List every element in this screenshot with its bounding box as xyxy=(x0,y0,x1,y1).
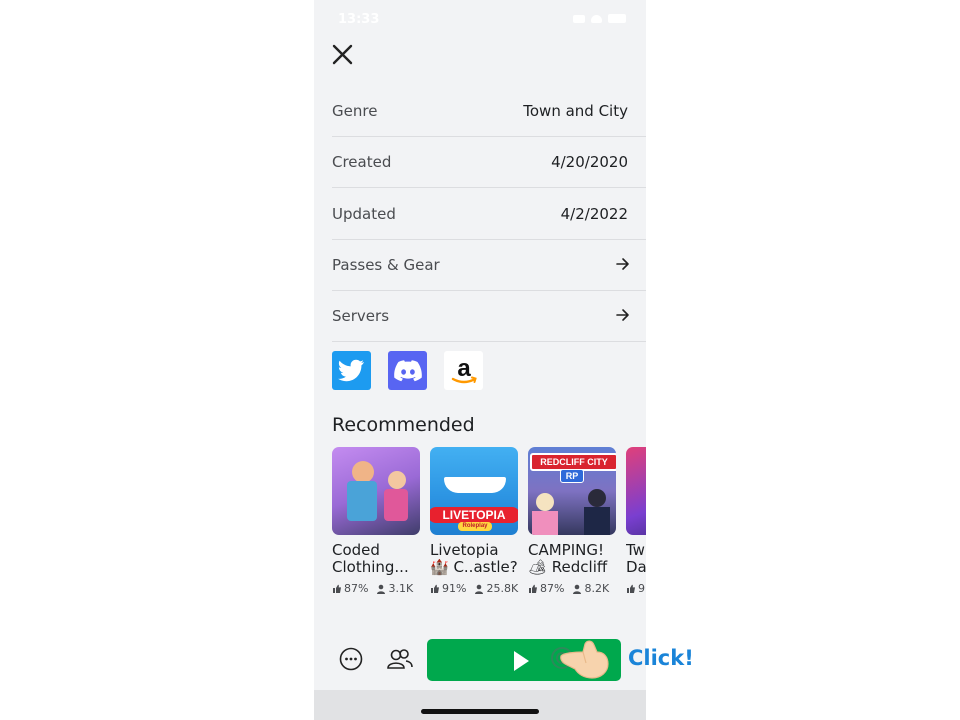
svg-text:a: a xyxy=(457,355,471,382)
game-name-line1: Tw xyxy=(626,542,645,559)
status-bar: 13:33 xyxy=(314,0,646,40)
arrow-right-icon xyxy=(616,307,646,326)
game-name-line1: Coded xyxy=(332,542,380,559)
discord-icon[interactable] xyxy=(388,351,427,390)
person-icon xyxy=(475,584,484,594)
thumbs-up-icon xyxy=(431,584,439,593)
signal-icon xyxy=(573,14,585,23)
game-thumbnail: REDCLIFF CITY RP xyxy=(528,447,616,535)
recommended-games-carousel[interactable]: Coded Clothing... 87% 3.1K LIVETOPIA Rol… xyxy=(332,447,646,607)
thumbs-up-icon xyxy=(333,584,341,593)
chat-button[interactable] xyxy=(338,646,364,672)
game-name: CAMPING! 🏕 Redcliff xyxy=(528,542,622,576)
play-icon xyxy=(514,651,529,671)
logo-banner: LIVETOPIA xyxy=(430,507,518,523)
click-annotation: Click! xyxy=(628,646,694,670)
person-icon xyxy=(573,584,582,594)
avatar-figure xyxy=(584,507,610,535)
battery-icon xyxy=(608,14,626,23)
logo-sub-banner: Roleplay xyxy=(458,522,492,531)
passes-gear-label: Passes & Gear xyxy=(332,256,440,274)
info-row-genre: Genre Town and City xyxy=(332,86,646,137)
created-label: Created xyxy=(332,153,392,171)
info-row-updated: Updated 4/2/2022 xyxy=(332,189,646,240)
game-card[interactable]: Tw Da 9 xyxy=(626,447,646,595)
game-name-line2: Clothing... xyxy=(332,558,409,576)
boat-shape xyxy=(444,477,506,493)
players-stat: 3.1K xyxy=(376,582,413,595)
phone-screen: 13:33 Genre Town and City Created 4/20/2… xyxy=(314,0,646,720)
home-indicator-area xyxy=(314,690,646,720)
players-stat: 8.2K xyxy=(572,582,609,595)
game-card[interactable]: Coded Clothing... 87% 3.1K xyxy=(332,447,420,595)
avatar-figure xyxy=(352,461,374,483)
game-stats: 87% 8.2K xyxy=(528,582,616,595)
game-name-line1: Livetopia xyxy=(430,542,499,559)
avatar-figure xyxy=(532,511,558,535)
home-indicator[interactable] xyxy=(421,709,539,714)
game-name-line2: Da xyxy=(626,558,646,576)
avatar-figure xyxy=(588,489,606,507)
like-percent: 91% xyxy=(442,582,467,595)
game-thumbnail xyxy=(332,447,420,535)
like-stat: 9 xyxy=(626,582,645,595)
game-name-line2: 🏰 C..astle? xyxy=(430,558,518,576)
player-count: 3.1K xyxy=(388,582,414,595)
more-options-icon xyxy=(339,647,363,671)
close-icon xyxy=(332,44,353,65)
like-percent: 87% xyxy=(540,582,565,595)
like-percent: 9 xyxy=(638,582,645,595)
updated-value: 4/2/2022 xyxy=(560,205,628,223)
servers-row[interactable]: Servers xyxy=(332,291,646,342)
friends-button[interactable] xyxy=(386,646,414,672)
friends-icon xyxy=(387,649,413,669)
twitter-icon[interactable] xyxy=(332,351,371,390)
game-stats: 9 xyxy=(626,582,646,595)
status-icons xyxy=(573,14,626,23)
logo-sub-banner: RP xyxy=(560,469,584,483)
like-percent: 87% xyxy=(344,582,369,595)
game-thumbnail xyxy=(626,447,646,535)
close-button[interactable] xyxy=(330,40,356,68)
like-stat: 91% xyxy=(430,582,466,595)
arrow-right-icon xyxy=(616,256,646,275)
servers-label: Servers xyxy=(332,307,390,325)
person-icon xyxy=(377,584,386,594)
players-stat: 25.8K xyxy=(474,582,518,595)
avatar-figure xyxy=(347,481,377,521)
game-name: Coded Clothing... xyxy=(332,542,426,576)
info-row-created: Created 4/20/2020 xyxy=(332,137,646,188)
like-stat: 87% xyxy=(528,582,564,595)
thumbs-up-icon xyxy=(627,584,635,593)
player-count: 8.2K xyxy=(584,582,610,595)
tap-hand-icon xyxy=(545,636,615,680)
game-name: Livetopia 🏰 C..astle? xyxy=(430,542,524,576)
recommended-title: Recommended xyxy=(332,414,475,436)
passes-gear-row[interactable]: Passes & Gear xyxy=(332,240,646,291)
game-card[interactable]: REDCLIFF CITY RP CAMPING! 🏕 Redcliff 87%… xyxy=(528,447,616,595)
avatar-figure xyxy=(388,471,406,489)
updated-label: Updated xyxy=(332,205,396,223)
genre-value: Town and City xyxy=(523,102,628,120)
game-name: Tw Da xyxy=(626,542,646,576)
game-name-line1: CAMPING! xyxy=(528,542,605,559)
like-stat: 87% xyxy=(332,582,368,595)
created-value: 4/20/2020 xyxy=(551,153,628,171)
genre-label: Genre xyxy=(332,102,378,120)
game-thumbnail: LIVETOPIA Roleplay xyxy=(430,447,518,535)
avatar-figure xyxy=(384,489,408,521)
wifi-icon xyxy=(591,14,602,23)
game-stats: 87% 3.1K xyxy=(332,582,420,595)
status-time: 13:33 xyxy=(338,12,380,27)
player-count: 25.8K xyxy=(486,582,519,595)
game-name-line2: 🏕 Redcliff xyxy=(528,558,608,576)
social-links: a xyxy=(332,351,483,390)
thumbs-up-icon xyxy=(529,584,537,593)
game-stats: 91% 25.8K xyxy=(430,582,518,595)
game-card[interactable]: LIVETOPIA Roleplay Livetopia 🏰 C..astle?… xyxy=(430,447,518,595)
avatar-figure xyxy=(536,493,554,511)
amazon-icon[interactable]: a xyxy=(444,351,483,390)
